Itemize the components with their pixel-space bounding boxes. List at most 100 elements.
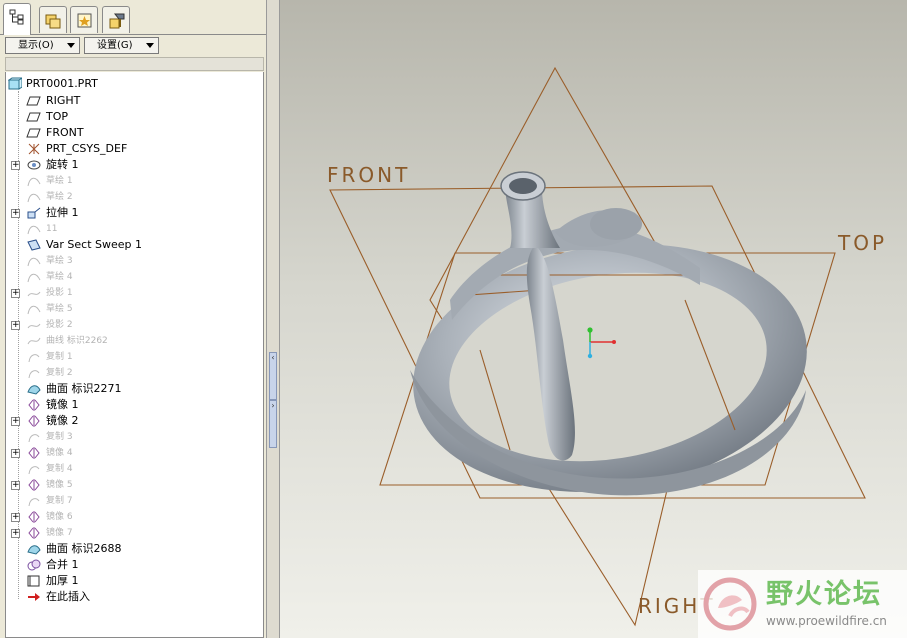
tree-item-label: 草绘 5	[46, 304, 73, 314]
datum-plane-icon	[26, 94, 42, 108]
tree-item-label: TOP	[46, 110, 69, 123]
graphics-viewport[interactable]: FRONT TOP RIGHT 野火论坛 www.proewildfire.cn	[280, 0, 907, 638]
datum-label-top: TOP	[838, 231, 888, 255]
tree-item-label: 镜像 2	[46, 414, 79, 427]
tree-item-label: 镜像 7	[46, 528, 73, 538]
tree-column-header	[5, 57, 264, 71]
csys-icon	[26, 142, 42, 156]
mirror-icon	[26, 478, 42, 492]
datum-plane-icon	[26, 110, 42, 124]
tree-item-label: 在此插入	[46, 590, 90, 603]
tree-expand-toggle[interactable]: +	[11, 209, 20, 218]
tree-expand-toggle[interactable]: +	[11, 417, 20, 426]
mirror-icon	[26, 510, 42, 524]
sketch-icon	[26, 190, 42, 204]
copy-icon	[26, 430, 42, 444]
tree-item-label: Var Sect Sweep 1	[46, 238, 143, 251]
tree-item-label: 曲面 标识2271	[46, 382, 122, 395]
tree-item-label: 投影 1	[46, 288, 73, 298]
show-dropdown-label: 显示(O)	[18, 40, 54, 51]
tree-item-label: 草绘 3	[46, 256, 73, 266]
model-tree-toolbar: 显示(O) 设置(G)	[0, 35, 268, 57]
mirror-icon	[26, 526, 42, 540]
part-icon	[7, 77, 24, 91]
tree-item-label: 曲线 标识2262	[46, 336, 108, 346]
sketch-icon	[26, 270, 42, 284]
tree-item-label: 合并 1	[46, 558, 79, 571]
settings-dropdown[interactable]: 设置(G)	[84, 37, 159, 54]
tree-expand-toggle[interactable]: +	[11, 449, 20, 458]
tab-favorites[interactable]	[70, 6, 98, 33]
copy-icon	[26, 494, 42, 508]
collapse-left-button[interactable]: ‹	[269, 352, 277, 400]
show-dropdown[interactable]: 显示(O)	[5, 37, 80, 54]
panel-splitter[interactable]: ‹ ›	[266, 0, 280, 638]
copy-icon	[26, 462, 42, 476]
tree-item-label: 镜像 6	[46, 512, 73, 522]
watermark-url: www.proewildfire.cn	[766, 614, 887, 628]
datum-plane-icon	[26, 126, 42, 140]
tree-item-label: 镜像 5	[46, 480, 73, 490]
tree-item-label: 草绘 1	[46, 176, 73, 186]
mirror-icon	[26, 414, 42, 428]
revolve-icon	[26, 158, 42, 172]
tab-folder-browser[interactable]	[39, 6, 67, 33]
tree-item-label: 加厚 1	[46, 574, 79, 587]
tab-model-tree[interactable]	[3, 3, 31, 35]
expand-right-button[interactable]: ›	[269, 400, 277, 448]
tree-expand-toggle[interactable]: +	[11, 513, 20, 522]
chevron-down-icon	[67, 43, 75, 48]
tree-item-label: FRONT	[46, 126, 84, 139]
viewport-canvas[interactable]	[280, 0, 907, 638]
tree-item-label: 11	[46, 224, 58, 234]
tab-connections[interactable]	[102, 6, 130, 33]
tree-expand-toggle[interactable]: +	[11, 289, 20, 298]
tree-item-label: 复制 2	[46, 368, 73, 378]
insert-here-arrow-icon	[26, 590, 42, 604]
copy-icon	[26, 366, 42, 380]
datum-label-front: FRONT	[327, 163, 411, 187]
tree-item-label: 曲面 标识2688	[46, 542, 122, 555]
sketch-icon	[26, 174, 42, 188]
tree-item-label: 复制 7	[46, 496, 73, 506]
copy-icon	[26, 350, 42, 364]
tree-root-label: PRT0001.PRT	[26, 77, 98, 90]
projection-icon	[26, 318, 42, 332]
tree-expand-toggle[interactable]: +	[11, 161, 20, 170]
mirror-icon	[26, 446, 42, 460]
tree-expand-toggle[interactable]: +	[11, 481, 20, 490]
model-tree-panel: 显示(O) 设置(G) PRT0001.PRT RIGHT TOP FRONT PRT…	[0, 0, 268, 638]
chevron-right-icon: ›	[271, 401, 275, 410]
tree-item-label: 草绘 2	[46, 192, 73, 202]
merge-icon	[26, 558, 42, 572]
tree-item-label: 投影 2	[46, 320, 73, 330]
model-tree-icon	[9, 9, 24, 25]
watermark-title: 野火论坛	[766, 579, 882, 610]
surface-icon	[26, 382, 42, 396]
curve-icon	[26, 334, 42, 348]
sweep-icon	[26, 238, 42, 252]
watermark: 野火论坛 www.proewildfire.cn	[698, 570, 907, 638]
tree-item-label: 草绘 4	[46, 272, 73, 282]
sketch-icon	[26, 302, 42, 316]
tree-item-label: 复制 3	[46, 432, 73, 442]
sketch-icon	[26, 222, 42, 236]
tree-expand-toggle[interactable]: +	[11, 321, 20, 330]
tree-expand-toggle[interactable]: +	[11, 529, 20, 538]
navigator-tab-bar	[0, 0, 268, 35]
tree-item-label: 复制 1	[46, 352, 73, 362]
tree-item-label: 旋转 1	[46, 158, 79, 171]
chevron-down-icon	[146, 43, 154, 48]
tree-item-label: PRT_CSYS_DEF	[46, 142, 128, 155]
sketch-icon	[26, 254, 42, 268]
connections-icon	[109, 13, 125, 29]
extrude-icon	[26, 206, 42, 220]
tree-item-label: 拉伸 1	[46, 206, 79, 219]
mirror-icon	[26, 398, 42, 412]
thicken-icon	[26, 574, 42, 588]
tree-item-label: 复制 4	[46, 464, 73, 474]
tree-item-label: 镜像 1	[46, 398, 79, 411]
folder-browser-icon	[45, 14, 61, 29]
model-tree: PRT0001.PRT RIGHT TOP FRONT PRT_CSYS_DEF + 旋转…	[5, 72, 264, 638]
chevron-left-icon: ‹	[271, 353, 275, 362]
